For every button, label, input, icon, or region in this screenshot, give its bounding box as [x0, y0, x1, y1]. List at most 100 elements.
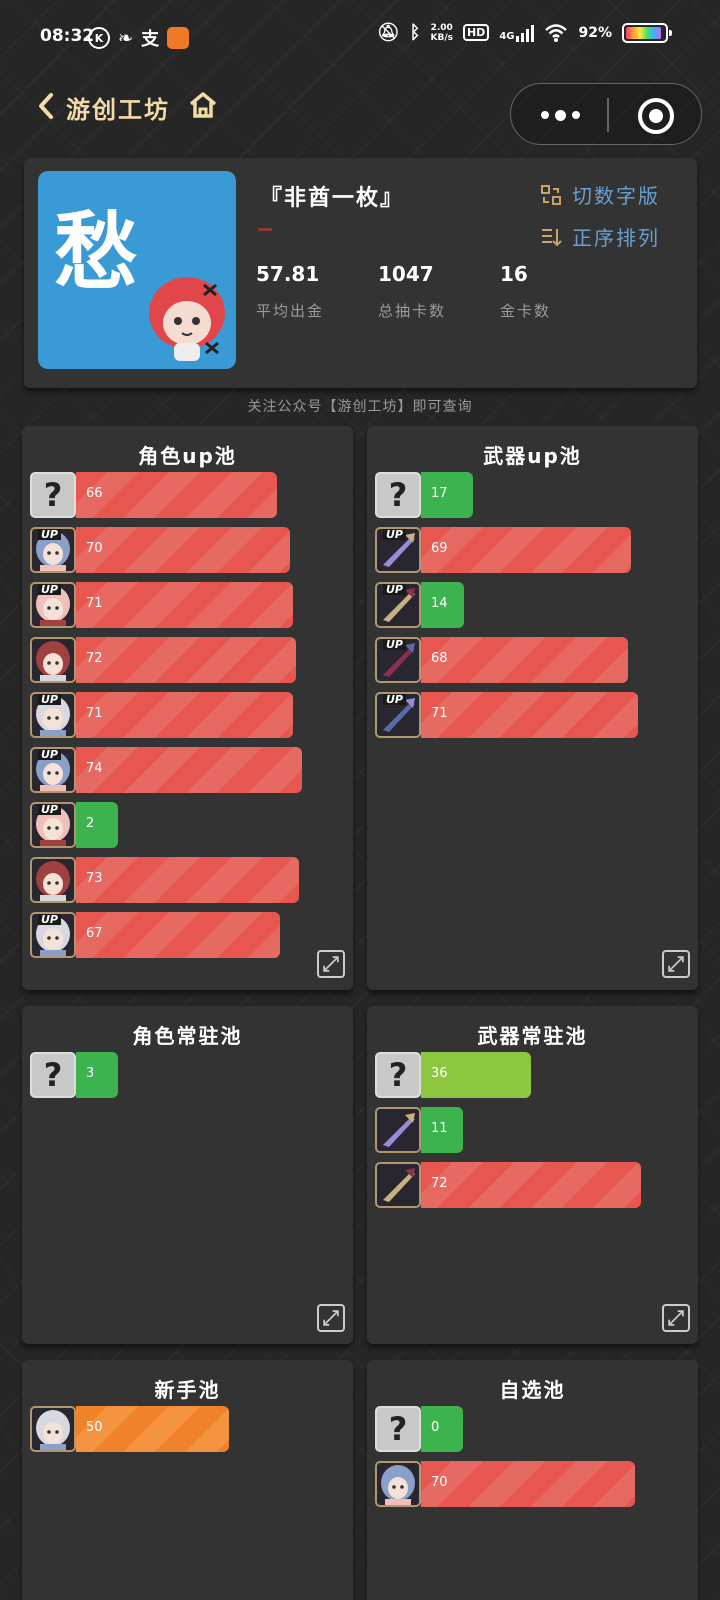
- character-portrait-icon: [375, 1461, 421, 1507]
- up-badge: UP: [38, 914, 61, 925]
- pool-selective: 自选池 0 70: [367, 1360, 698, 1600]
- up-badge: UP: [38, 529, 61, 540]
- pull-count-value: 70: [431, 1475, 448, 1490]
- pull-count-value: 67: [86, 926, 103, 941]
- pull-count-value: 74: [86, 761, 103, 776]
- character-portrait-icon: UP: [30, 912, 76, 958]
- character-portrait-icon: [30, 857, 76, 903]
- more-options-icon[interactable]: [541, 109, 580, 121]
- up-badge: UP: [38, 694, 61, 705]
- pull-count-bar: 14: [421, 582, 464, 628]
- notification-icons: K ❧ 支: [88, 25, 190, 51]
- capsule-divider: [607, 98, 609, 132]
- up-badge: UP: [383, 584, 406, 595]
- pull-count-bar: 74: [76, 747, 302, 793]
- character-portrait-icon: UP: [30, 692, 76, 738]
- weapon-portrait-icon: UP: [375, 637, 421, 683]
- battery-percent: 92%: [578, 24, 612, 41]
- signal-icon: 4G: [499, 24, 535, 42]
- pull-count-value: 71: [86, 596, 103, 611]
- switch-icon: [541, 184, 561, 205]
- expand-icon[interactable]: [662, 950, 690, 978]
- weapon-portrait-icon: UP: [375, 527, 421, 573]
- avatar-character: 愁: [54, 202, 139, 301]
- weapon-portrait-icon: UP: [375, 692, 421, 738]
- pull-count-value: 0: [431, 1420, 440, 1435]
- pull-count-bar: 36: [421, 1052, 531, 1098]
- system-icons: 🔕︎ ᛒ 2.00 KB/s HD 4G 92%: [376, 22, 672, 43]
- weapon-portrait-icon: UP: [375, 582, 421, 628]
- mute-icon: 🔕︎: [376, 22, 400, 43]
- home-icon[interactable]: [188, 90, 218, 120]
- character-portrait-icon: [30, 1406, 76, 1452]
- up-badge: UP: [383, 639, 406, 650]
- pull-count-value: 72: [431, 1176, 448, 1191]
- pool-weapon-up: 武器up池 17 UP 69 UP 14 UP 68 UP 71: [367, 426, 698, 990]
- status-bar: 08:32 K ❧ 支 🔕︎ ᛒ 2.00 KB/s HD 4G 92%: [0, 0, 720, 66]
- pull-count-bar: 73: [76, 857, 299, 903]
- stat-average-gold: 57.81 平均出金: [256, 262, 324, 321]
- pull-count-bar: 72: [421, 1162, 641, 1208]
- unknown-item-icon: [30, 1052, 76, 1098]
- pull-count-value: 17: [431, 486, 448, 501]
- hd-icon: HD: [462, 24, 490, 41]
- expand-icon[interactable]: [662, 1304, 690, 1332]
- pull-count-value: 71: [86, 706, 103, 721]
- avatar: 愁: [38, 171, 236, 369]
- pull-count-bar: 67: [76, 912, 281, 958]
- close-miniprogram-icon[interactable]: [638, 98, 674, 134]
- alipay-icon: 支: [141, 29, 160, 50]
- pull-count-bar: 70: [76, 527, 290, 573]
- bluetooth-icon: ᛒ: [409, 22, 421, 43]
- character-portrait-icon: [30, 637, 76, 683]
- pull-count-value: 3: [86, 1066, 95, 1081]
- unknown-item-icon: [30, 472, 76, 518]
- character-portrait-icon: UP: [30, 747, 76, 793]
- pull-count-bar: 72: [76, 637, 296, 683]
- pull-count-bar: 71: [76, 582, 293, 628]
- switch-font-button[interactable]: 切数字版: [540, 180, 660, 209]
- pool-title: 新手池: [154, 1378, 221, 1402]
- pool-character-up: 角色up池 66 UP 70 UP 71 72 UP 71 UP 74 UP 2 73 UP 67: [22, 426, 353, 990]
- up-badge: UP: [383, 529, 406, 540]
- back-chevron-icon[interactable]: [36, 92, 56, 120]
- pool-weapon-standard: 武器常驻池 36 11 72: [367, 1006, 698, 1344]
- leaf-icon: ❧: [118, 27, 134, 49]
- pool-title: 自选池: [499, 1378, 566, 1402]
- expand-icon[interactable]: [317, 950, 345, 978]
- pull-count-bar: 71: [421, 692, 638, 738]
- character-portrait-icon: UP: [30, 582, 76, 628]
- up-badge: UP: [38, 584, 61, 595]
- wifi-icon: [545, 23, 568, 42]
- profile-card: 愁 『非酋一枚』 切数字版 正序排列 57.81 平均出金 1047 总抽卡数 …: [24, 158, 697, 388]
- pull-count-value: 68: [431, 651, 448, 666]
- unknown-item-icon: [375, 1406, 421, 1452]
- pull-count-bar: 0: [421, 1406, 463, 1452]
- stat-value: 1047: [378, 262, 434, 286]
- page-title: 游创工坊: [66, 96, 170, 124]
- stat-total-pulls: 1047 总抽卡数: [378, 262, 446, 321]
- stat-value: 16: [500, 262, 528, 286]
- pull-count-value: 66: [86, 486, 103, 501]
- switch-font-label: 切数字版: [572, 184, 660, 208]
- network-speed: 2.00 KB/s: [430, 22, 453, 43]
- unknown-item-icon: [375, 472, 421, 518]
- pull-count-value: 71: [431, 706, 448, 721]
- pull-count-bar: 70: [421, 1461, 635, 1507]
- pull-count-value: 73: [86, 871, 103, 886]
- pull-count-value: 69: [431, 541, 448, 556]
- stat-label: 总抽卡数: [378, 302, 447, 320]
- sort-order-label: 正序排列: [572, 226, 660, 250]
- k-app-icon: K: [88, 27, 110, 49]
- sort-order-button[interactable]: 正序排列: [540, 222, 660, 251]
- character-portrait-icon: UP: [30, 527, 76, 573]
- pull-count-value: 2: [86, 816, 95, 831]
- pull-count-bar: 11: [421, 1107, 463, 1153]
- pull-count-bar: 50: [76, 1406, 229, 1452]
- pull-count-bar: 68: [421, 637, 629, 683]
- pull-count-bar: 3: [76, 1052, 118, 1098]
- miniprogram-capsule: [510, 83, 702, 145]
- stat-label: 金卡数: [500, 302, 552, 320]
- expand-icon[interactable]: [317, 1304, 345, 1332]
- pull-count-bar: 17: [421, 472, 473, 518]
